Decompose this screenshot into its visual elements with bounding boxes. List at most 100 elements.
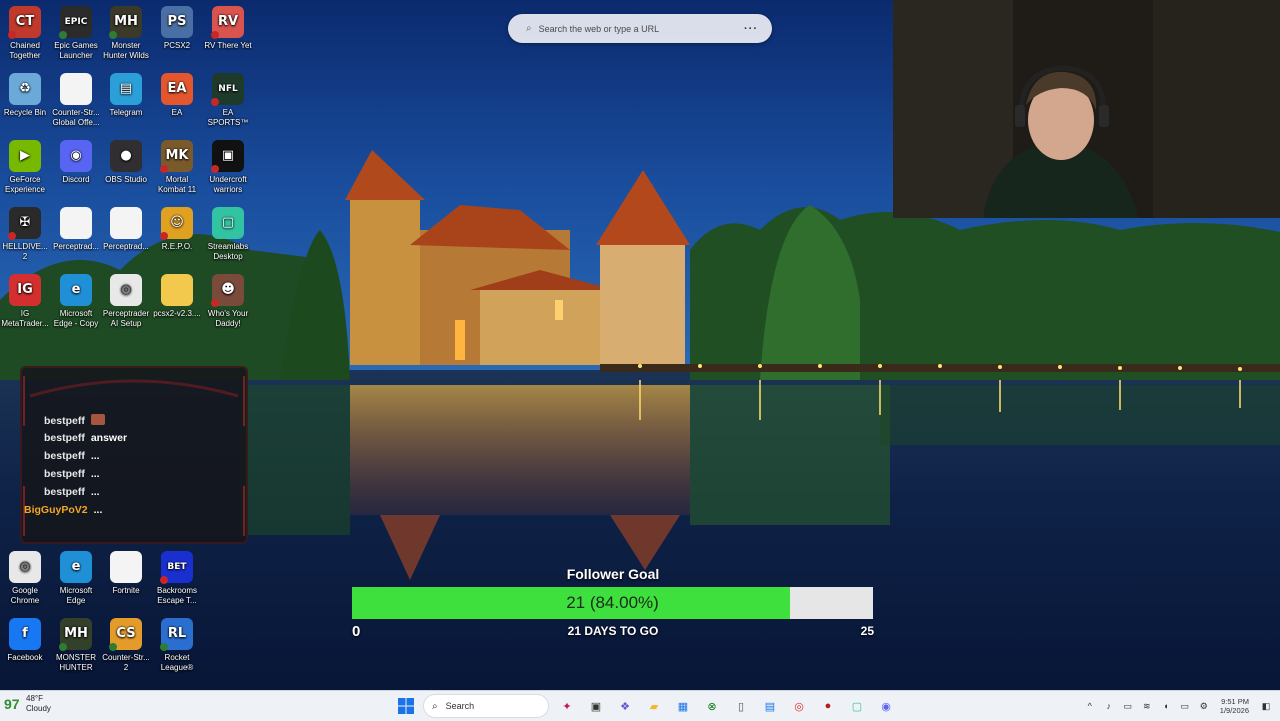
more-options-icon[interactable]: ··· <box>744 23 758 35</box>
chrome-icon: ◎ <box>9 551 41 583</box>
notification-app-button[interactable]: ▤ <box>758 694 782 718</box>
counter-strike-icon: CS <box>109 618 142 651</box>
desktop-shortcut[interactable]: ▣ Undercroft warriors <box>203 136 253 195</box>
desktop-shortcut[interactable]: BET Backrooms Escape T... <box>152 547 202 606</box>
goal-progress-track: 21 (84.00%) <box>352 587 873 619</box>
edge-icon: e <box>60 551 92 583</box>
desktop-shortcut[interactable]: Counter-Str... Global Offe... <box>51 69 101 128</box>
file-icon <box>60 73 92 105</box>
desktop-shortcut[interactable]: CS Counter-Str... 2 <box>101 614 151 673</box>
desktop-shortcut-label: Fortnite <box>112 586 140 595</box>
desktop-shortcut-label: Perceptrad... <box>53 242 99 251</box>
desktop-shortcut[interactable]: pcsx2-v2.3.... <box>152 270 202 319</box>
whos-your-daddy-icon: ☻ <box>211 274 244 307</box>
desktop-shortcut-label: Counter-Str... Global Offe... <box>52 108 100 127</box>
backrooms-icon: BET <box>160 551 193 584</box>
chat-username: bestpeff <box>44 432 85 444</box>
desktop-shortcut[interactable]: ● OBS Studio <box>101 136 151 185</box>
discord-taskbar-button[interactable]: ◉ <box>874 694 898 718</box>
desktop-shortcut-label: Perceptrader AI Setup Gu... <box>102 309 150 328</box>
chat-message: BigGuyPoV2... <box>24 504 127 522</box>
desktop-shortcut[interactable]: ◉ Discord <box>51 136 101 185</box>
xbox-button[interactable]: ⊗ <box>700 694 724 718</box>
network-icon[interactable]: ▭ <box>1120 701 1136 712</box>
desktop-shortcut[interactable]: Perceptrad... <box>51 203 101 252</box>
taskbar-clock[interactable]: 9:51 PM 1/9/2026 <box>1220 697 1249 715</box>
desktop-shortcut[interactable]: ✠ HELLDIVE... 2 <box>0 203 50 262</box>
sync-ok-icon <box>109 643 117 651</box>
monster-hunter-icon: MH <box>109 6 142 39</box>
web-search-bar[interactable]: ⌕ Search the web or type a URL ··· <box>508 14 772 43</box>
rv-there-yet-icon: RV <box>211 6 244 39</box>
chevron-up-icon[interactable]: ^ <box>1082 701 1098 711</box>
desktop-shortcut[interactable]: RV RV There Yet <box>203 2 253 51</box>
desktop-shortcut[interactable]: e Microsoft Edge - Copy <box>51 270 101 329</box>
desktop-shortcut[interactable]: MH Monster Hunter Wilds <box>101 2 151 61</box>
desktop-shortcut[interactable]: ◎ Perceptrader AI Setup Gu... <box>101 270 151 329</box>
volume-icon[interactable]: ◖ <box>1158 701 1174 711</box>
desktop-shortcut[interactable]: ▢ Streamlabs Desktop <box>203 203 253 262</box>
desktop-shortcut[interactable]: Perceptrad... <box>101 203 151 252</box>
store-button[interactable]: ▦ <box>671 694 695 718</box>
discord-icon: ◉ <box>881 700 891 713</box>
desktop-shortcut[interactable]: MK Mortal Kombat 11 <box>152 136 202 195</box>
desktop-shortcut[interactable]: e Microsoft Edge <box>51 547 101 606</box>
desktop-shortcut[interactable]: RL Rocket League® <box>152 614 202 673</box>
chained-together-icon: CT <box>8 6 41 39</box>
desktop-shortcut[interactable]: CT Chained Together <box>0 2 50 61</box>
desktop-shortcut[interactable]: MH MONSTER HUNTER RI... <box>51 614 101 673</box>
desktop-shortcut[interactable]: IG IG MetaTrader... <box>0 270 50 329</box>
chat-username: bestpeff <box>44 486 85 498</box>
desktop-shortcut[interactable]: EPIC Epic Games Launcher <box>51 2 101 61</box>
weather-widget[interactable]: 97 48°F Cloudy <box>4 694 51 714</box>
taskbar: 97 48°F Cloudy ⌕ Search ✦ ▣ ❖ ▰ ▦ ⊗ ▯ ▤ … <box>0 690 1280 721</box>
desktop-shortcut[interactable]: PS PCSX2 <box>152 2 202 51</box>
streamlabs-taskbar-button[interactable]: ▢ <box>845 694 869 718</box>
search-placeholder: Search the web or type a URL <box>538 23 660 34</box>
folder-icon: ▰ <box>649 700 659 713</box>
desktop-shortcut[interactable]: NFL EA SPORTS™ Madden N... <box>203 69 253 128</box>
microphone-icon[interactable]: ♪ <box>1101 701 1117 711</box>
desktop-shortcut-label: Backrooms Escape T... <box>156 586 197 605</box>
desktop-shortcut[interactable]: ♻ Recycle Bin <box>0 69 50 118</box>
desktop-shortcut-label: Microsoft Edge - Copy <box>53 309 99 328</box>
rocket-league-icon: RL <box>160 618 193 651</box>
desktop-shortcut[interactable]: EA EA <box>152 69 202 118</box>
desktop-shortcut-label: OBS Studio <box>105 175 147 184</box>
chrome-taskbar-button[interactable]: ◎ <box>787 694 811 718</box>
taskbar-pinned-apps: ⌕ Search ✦ ▣ ❖ ▰ ▦ ⊗ ▯ ▤ ◎ ● ▢ ◉ <box>394 694 903 718</box>
taskbar-search[interactable]: ⌕ Search <box>423 694 549 718</box>
desktop-shortcut[interactable]: Fortnite <box>101 547 151 596</box>
notepad-button[interactable]: ▯ <box>729 694 753 718</box>
desktop-shortcut[interactable]: f Facebook <box>0 614 50 663</box>
copilot-button[interactable]: ✦ <box>555 694 579 718</box>
file-explorer-button[interactable]: ▰ <box>642 694 666 718</box>
sync-error-icon <box>211 31 219 39</box>
edge-icon: e <box>60 274 92 306</box>
chat-app-icon: ▤ <box>764 700 776 713</box>
chat-username: BigGuyPoV2 <box>24 504 88 516</box>
xbox-icon: ⊗ <box>707 700 717 713</box>
desktop-shortcut-label: GeForce Experience <box>4 175 46 194</box>
chat-username: bestpeff <box>44 468 85 480</box>
start-button[interactable] <box>394 694 418 718</box>
settings-icon[interactable]: ⚙ <box>1196 701 1212 712</box>
wifi-icon[interactable]: ≋ <box>1139 701 1155 712</box>
desktop-shortcut[interactable]: ◎ Google Chrome <box>0 547 50 606</box>
desktop-shortcut[interactable]: ▤ Telegram <box>101 69 151 118</box>
battery-icon[interactable]: ▭ <box>1177 701 1193 712</box>
telegram-icon: ▤ <box>110 73 142 105</box>
widgets-button[interactable]: ❖ <box>613 694 637 718</box>
clock-time: 9:51 PM <box>1221 697 1249 706</box>
goal-max: 25 <box>860 624 874 638</box>
notification-bell-icon[interactable]: ◧ <box>1258 701 1274 712</box>
desktop-shortcut[interactable]: ☻ Who's Your Daddy! <box>203 270 253 329</box>
desktop-shortcut-label: Monster Hunter Wilds <box>103 41 149 60</box>
desktop-shortcut[interactable]: ☺ R.E.P.O. <box>152 203 202 252</box>
sync-error-icon <box>160 576 168 584</box>
desktop-shortcut-label: Counter-Str... 2 <box>102 653 150 672</box>
discord-icon: ◉ <box>60 140 92 172</box>
task-view-button[interactable]: ▣ <box>584 694 608 718</box>
app-taskbar-button[interactable]: ● <box>816 694 840 718</box>
desktop-shortcut[interactable]: ▶ GeForce Experience <box>0 136 50 195</box>
